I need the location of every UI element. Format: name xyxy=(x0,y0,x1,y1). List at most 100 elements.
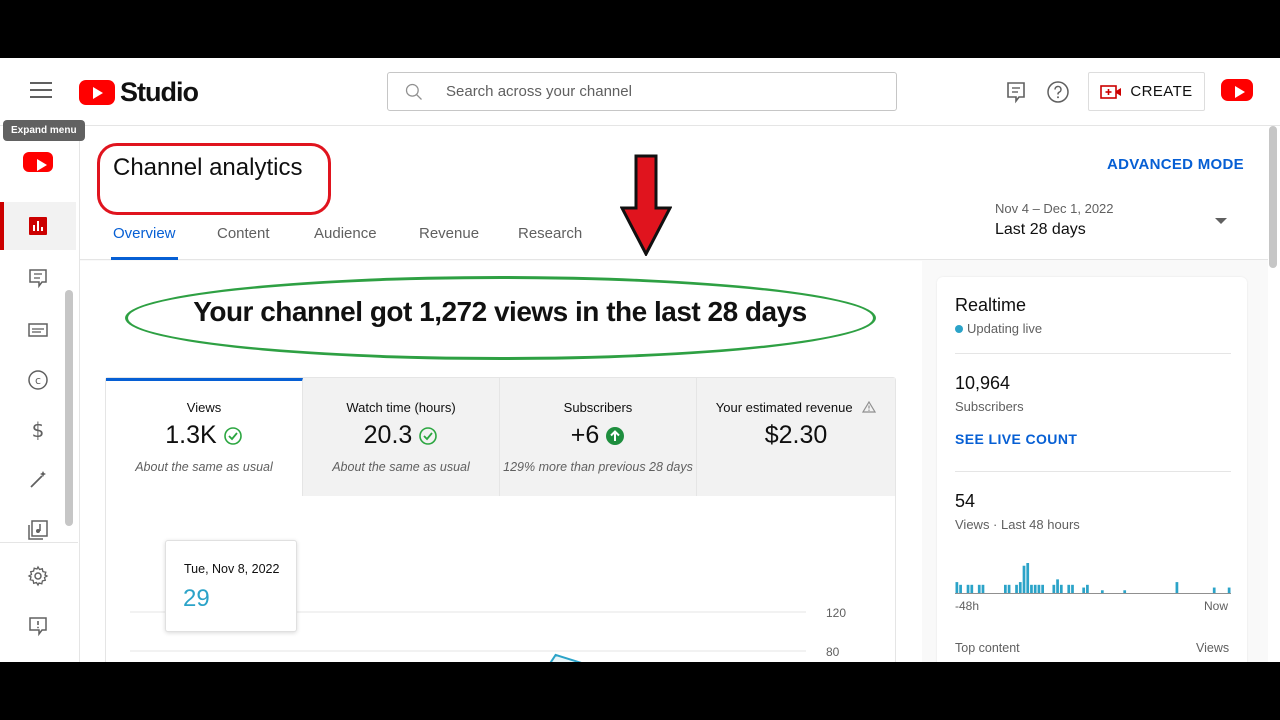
top-views-header: Views xyxy=(1196,641,1230,655)
studio-logo[interactable]: Studio xyxy=(79,76,199,107)
realtime-bar xyxy=(1037,584,1041,593)
copyright-icon: c xyxy=(28,370,48,390)
realtime-bar-chart[interactable] xyxy=(955,549,1231,595)
search-icon xyxy=(405,83,422,100)
realtime-bar xyxy=(1071,584,1074,593)
realtime-bar xyxy=(1082,587,1086,593)
realtime-bar xyxy=(1015,584,1018,593)
realtime-bar xyxy=(970,584,974,593)
page-title: Channel analytics xyxy=(113,154,303,181)
check-circle-icon xyxy=(223,426,242,445)
analytics-icon xyxy=(29,217,47,235)
metric-card-watch-time[interactable]: Watch time (hours) 20.3 About the same a… xyxy=(303,378,500,496)
tab-content[interactable]: Content xyxy=(217,225,270,260)
realtime-bar xyxy=(1086,584,1089,593)
metric-label: Subscribers xyxy=(563,400,633,415)
realtime-bar xyxy=(981,584,985,593)
tab-audience[interactable]: Audience xyxy=(314,225,377,260)
tab-overview[interactable]: Overview xyxy=(111,225,178,260)
see-live-count-link[interactable]: SEE LIVE COUNT xyxy=(955,431,1077,447)
realtime-bar xyxy=(1212,587,1216,593)
create-video-icon xyxy=(1100,84,1122,99)
svg-text:c: c xyxy=(35,374,41,387)
search-bar[interactable] xyxy=(387,72,897,111)
studio-window: Studio CREATE Expand menu c xyxy=(0,58,1280,662)
metric-note: 129% more than previous 28 days xyxy=(503,460,693,474)
youtube-logo-icon xyxy=(79,79,115,105)
realtime-status-label: Updating live xyxy=(967,321,1043,336)
realtime-bar xyxy=(1067,584,1071,593)
metric-note: About the same as usual xyxy=(332,460,470,474)
realtime-bar xyxy=(955,582,959,593)
sidebar-item-analytics[interactable] xyxy=(0,202,76,250)
check-circle-icon xyxy=(419,426,438,445)
metric-note: About the same as usual xyxy=(135,460,273,474)
menu-icon[interactable] xyxy=(30,82,52,100)
top-content-header: Top content xyxy=(955,641,1020,655)
tab-research[interactable]: Research xyxy=(518,225,582,260)
sidebar-scrollbar[interactable] xyxy=(65,290,73,526)
svg-text:$: $ xyxy=(32,419,45,441)
chart-tooltip: Tue, Nov 8, 2022 29 xyxy=(165,540,297,632)
subscriber-count: 10,964 xyxy=(955,373,1011,393)
realtime-axis-start: -48h xyxy=(955,599,980,613)
realtime-bar xyxy=(1052,584,1056,593)
advanced-mode-button[interactable]: ADVANCED MODE xyxy=(1107,156,1244,173)
metric-label: Views xyxy=(186,400,222,415)
chart-line xyxy=(549,653,582,662)
sidebar-item-feedback[interactable] xyxy=(0,602,76,650)
realtime-bar xyxy=(1175,582,1179,593)
subscriber-label: Subscribers xyxy=(955,399,1024,414)
realtime-bar xyxy=(1026,563,1030,593)
create-label: CREATE xyxy=(1130,83,1193,100)
sidebar-item-settings[interactable] xyxy=(0,552,76,600)
sidebar-item-dashboard[interactable] xyxy=(0,138,76,186)
gear-icon xyxy=(27,565,49,587)
subtitles-icon xyxy=(28,323,48,337)
create-button[interactable]: CREATE xyxy=(1088,72,1205,111)
realtime-bar xyxy=(1041,584,1045,593)
metric-card-subscribers[interactable]: Subscribers +6 129% more than previous 2… xyxy=(500,378,697,496)
realtime-bar xyxy=(1022,565,1026,593)
help-icon[interactable] xyxy=(1046,80,1070,104)
realtime-views-label: Views · Last 48 hours xyxy=(955,517,1080,532)
realtime-bar xyxy=(1018,582,1022,593)
live-dot-icon xyxy=(955,324,963,333)
realtime-axis-end: Now xyxy=(1204,599,1229,613)
realtime-bar xyxy=(1003,584,1007,593)
tooltip-value: 29 xyxy=(183,585,210,612)
realtime-bar xyxy=(1100,590,1104,593)
realtime-bar xyxy=(1030,584,1033,593)
metric-card-revenue[interactable]: Your estimated revenue $2.30 xyxy=(697,378,895,496)
realtime-bar xyxy=(1056,579,1059,593)
realtime-title: Realtime xyxy=(955,295,1027,315)
views-headline: Your channel got 1,272 views in the last… xyxy=(193,296,807,327)
realtime-bar xyxy=(977,584,981,593)
chart-area xyxy=(550,654,579,662)
account-avatar[interactable] xyxy=(1221,79,1253,101)
metric-label: Your estimated revenue xyxy=(715,400,853,415)
metric-value: 20.3 xyxy=(363,421,413,449)
magic-wand-icon xyxy=(30,471,46,488)
main-scrollbar[interactable] xyxy=(1269,126,1277,268)
metric-value: $2.30 xyxy=(764,421,828,449)
warning-icon xyxy=(862,400,877,413)
feedback-icon[interactable] xyxy=(1004,80,1028,104)
comments-icon xyxy=(29,269,47,289)
y-tick-label: 120 xyxy=(826,606,846,620)
audio-library-icon xyxy=(28,520,48,540)
tooltip-date: Tue, Nov 8, 2022 xyxy=(184,562,280,576)
search-input[interactable] xyxy=(446,83,866,100)
top-bar: Studio CREATE xyxy=(0,58,1280,126)
analytics-tabs: Overview Content Audience Revenue Resear… xyxy=(80,218,1268,260)
metric-card-views[interactable]: Views 1.3K About the same as usual xyxy=(106,378,303,496)
metric-label: Watch time (hours) xyxy=(346,400,456,415)
tab-revenue[interactable]: Revenue xyxy=(419,225,479,260)
logo-text: Studio xyxy=(120,76,199,107)
realtime-views-count: 54 xyxy=(955,491,976,511)
sidebar: c $ xyxy=(0,126,80,662)
realtime-bar xyxy=(966,584,970,593)
realtime-bar xyxy=(1227,587,1231,593)
realtime-card: Realtime Updating live 10,964 Subscriber… xyxy=(937,277,1247,662)
realtime-bar xyxy=(959,584,962,593)
